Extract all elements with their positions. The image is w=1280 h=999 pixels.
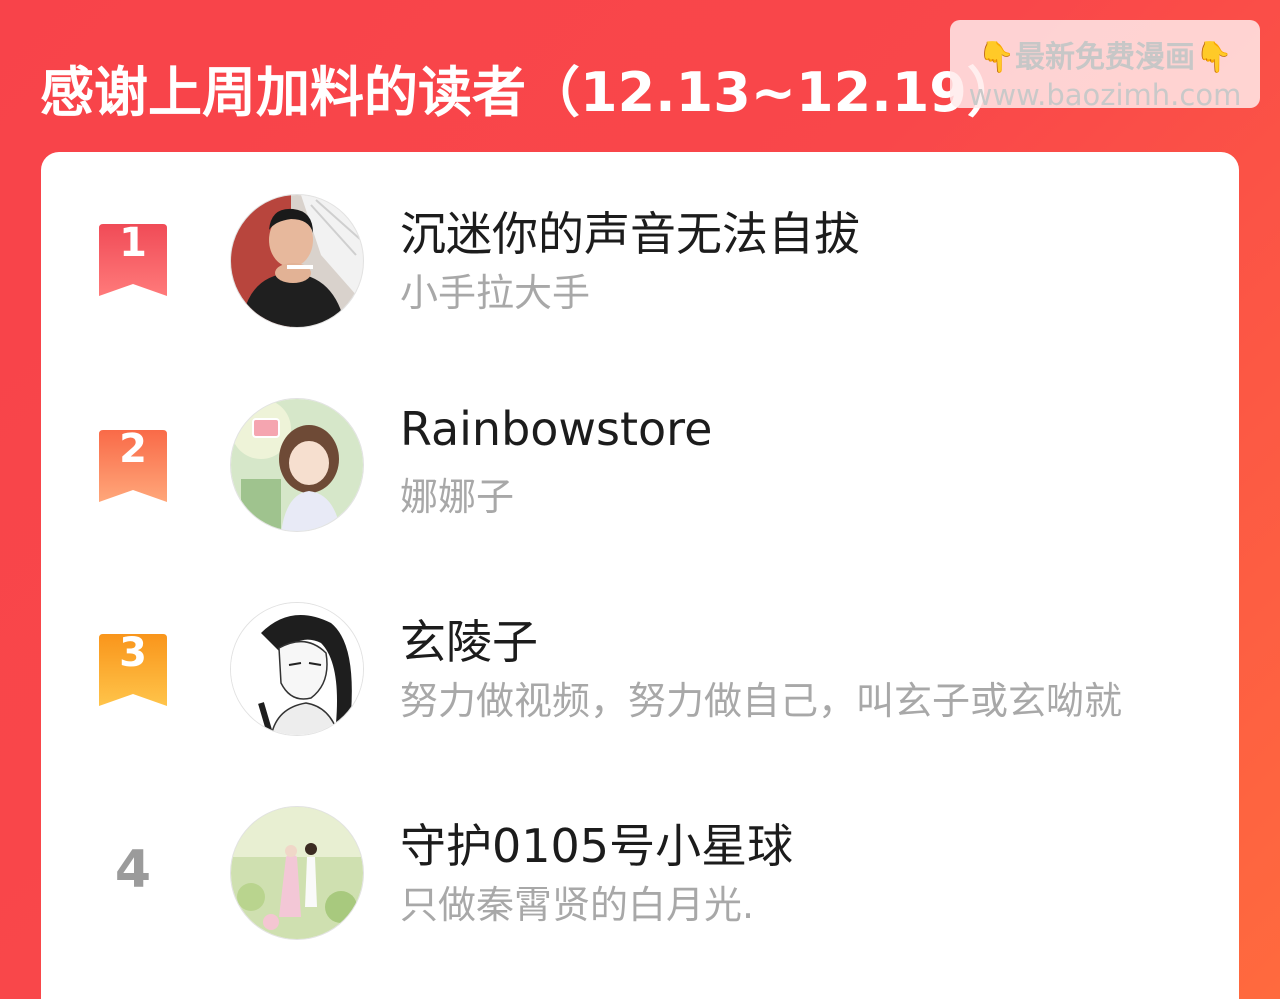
rank-number: 1	[119, 220, 147, 266]
rank-number: 4	[114, 840, 152, 900]
watermark-url[interactable]: www.baozimh.com	[950, 78, 1260, 112]
pointing-down-icon: 👇	[1195, 40, 1233, 75]
pointing-down-icon: 👇	[977, 40, 1015, 75]
rank-number: 3	[119, 630, 147, 676]
list-item[interactable]: 4 守护0105号小星球 只做秦霄贤的白月光.	[41, 806, 1239, 946]
avatar-ink-drawing-boy[interactable]	[230, 602, 364, 736]
reader-name[interactable]: Rainbowstore	[400, 402, 712, 456]
reader-subtitle: 只做秦霄贤的白月光.	[400, 883, 755, 927]
list-item[interactable]: 1 沉迷你的声音无法自拔 小手拉大手	[41, 194, 1239, 334]
thanks-page: 感谢上周加料的读者（12.13~12.19） 👇最新免费漫画👇 www.baoz…	[0, 0, 1280, 999]
reader-ranking-card: 1 沉迷你的声音无法自拔 小手拉大手 2 Rainbowstore 娜娜子 3 …	[41, 152, 1239, 999]
reader-subtitle: 努力做视频，努力做自己，叫玄子或玄呦就	[400, 679, 1123, 723]
rank-badge-bronze: 3	[99, 630, 167, 706]
rank-badge-gold: 1	[99, 220, 167, 296]
avatar-anime-girl[interactable]	[230, 398, 364, 532]
avatar-photo-man-with-fan[interactable]	[230, 194, 364, 328]
reader-name[interactable]: 沉迷你的声音无法自拔	[400, 198, 860, 264]
list-item[interactable]: 2 Rainbowstore 娜娜子	[41, 398, 1239, 538]
reader-name[interactable]: 守护0105号小星球	[400, 810, 793, 876]
watermark-slogan: 👇最新免费漫画👇	[950, 32, 1260, 76]
rank-badge-silver: 2	[99, 426, 167, 502]
reader-subtitle: 娜娜子	[400, 475, 515, 519]
rank-number: 2	[119, 426, 147, 472]
watermark-slogan-text: 最新免费漫画	[1015, 40, 1195, 75]
site-watermark[interactable]: 👇最新免费漫画👇 www.baozimh.com	[950, 20, 1260, 112]
reader-name[interactable]: 玄陵子	[400, 606, 538, 672]
reader-subtitle: 小手拉大手	[400, 271, 591, 315]
avatar-garden-couple[interactable]	[230, 806, 364, 940]
list-item[interactable]: 3 玄陵子 努力做视频，努力做自己，叫玄子或玄呦就	[41, 602, 1239, 742]
page-title: 感谢上周加料的读者（12.13~12.19）	[40, 61, 1021, 124]
